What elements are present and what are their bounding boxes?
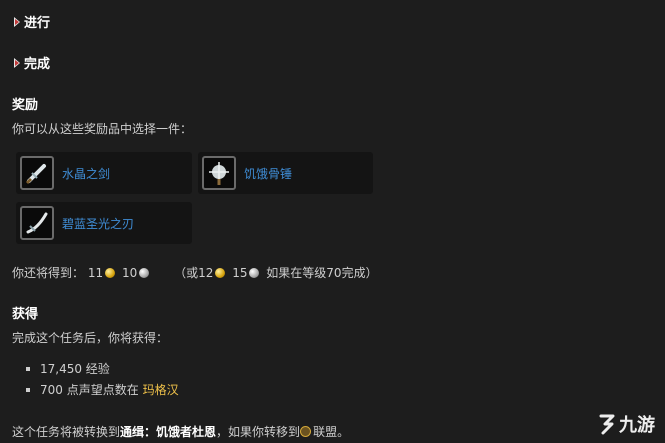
footer-text-1: 这个任务将被转换到 (12, 425, 121, 439)
silver-amount: 10 (121, 266, 138, 280)
watermark-text: 九游 (619, 415, 655, 436)
rep-faction-link[interactable]: 玛格汉 (143, 381, 179, 398)
gold-amount: 11 (87, 266, 104, 280)
reward-item[interactable]: 饥饿骨锤 (198, 152, 373, 194)
gains-intro: 完成这个任务后，你将获得： (12, 331, 169, 345)
alt-open: （或 (174, 266, 199, 280)
xp-gain: 17,450 经验 (40, 362, 110, 376)
footer-text-2: ，如果你转移到 (216, 425, 301, 439)
list-item: 700 点声望点数在 玛格汉 (26, 381, 179, 398)
expand-arrow-icon (14, 16, 20, 27)
rewards-heading: 奖励 (12, 98, 39, 113)
footer-quest-link[interactable]: 饥饿者杜恩 (156, 425, 216, 439)
gains-heading: 获得 (12, 307, 39, 322)
watermark: 九游 (595, 411, 655, 437)
blade-icon (20, 206, 54, 240)
reward-item-name[interactable]: 饥饿骨锤 (244, 165, 292, 182)
footer-label: 通缉： (120, 425, 157, 439)
sword-icon (20, 156, 54, 190)
mace-icon (202, 156, 236, 190)
jiuyou-logo-icon (599, 414, 615, 435)
gold-coin-icon (105, 268, 116, 278)
alt-gold-amount: 12 (198, 266, 214, 280)
footer-note: 这个任务将被转换到通缉：饥饿者杜恩，如果你转移到 联盟。 (12, 423, 349, 440)
money-line: 你还将得到： 11 10 （或12 15 如果在等级70完成） (12, 264, 378, 281)
expand-arrow-icon (14, 57, 20, 68)
reward-item[interactable]: 水晶之剑 (16, 152, 192, 194)
gains-list: 17,450 经验 700 点声望点数在 玛格汉 (26, 360, 179, 402)
alt-suffix: 如果在等级70完成） (266, 266, 378, 280)
complete-label: 完成 (24, 57, 51, 72)
complete-toggle[interactable]: 完成 (14, 53, 50, 72)
gold-coin-icon (215, 268, 226, 278)
rewards-choose-text: 你可以从这些奖励品中选择一件： (12, 122, 193, 136)
list-item: 17,450 经验 (26, 360, 179, 377)
silver-coin-icon (139, 268, 150, 278)
alliance-icon (300, 426, 312, 437)
reward-item-name[interactable]: 碧蓝圣光之刃 (62, 215, 134, 232)
footer-faction: 联盟 (313, 425, 338, 439)
reward-item[interactable]: 碧蓝圣光之刃 (16, 202, 192, 244)
silver-coin-icon (249, 268, 260, 278)
progress-label: 进行 (24, 16, 51, 31)
money-prefix: 你还将得到： (12, 266, 85, 280)
rep-gain: 700 点声望点数在 (40, 383, 139, 397)
progress-toggle[interactable]: 进行 (14, 12, 50, 31)
reward-item-name[interactable]: 水晶之剑 (62, 165, 110, 182)
alt-silver-amount: 15 (232, 266, 248, 280)
footer-end: 。 (337, 425, 350, 439)
